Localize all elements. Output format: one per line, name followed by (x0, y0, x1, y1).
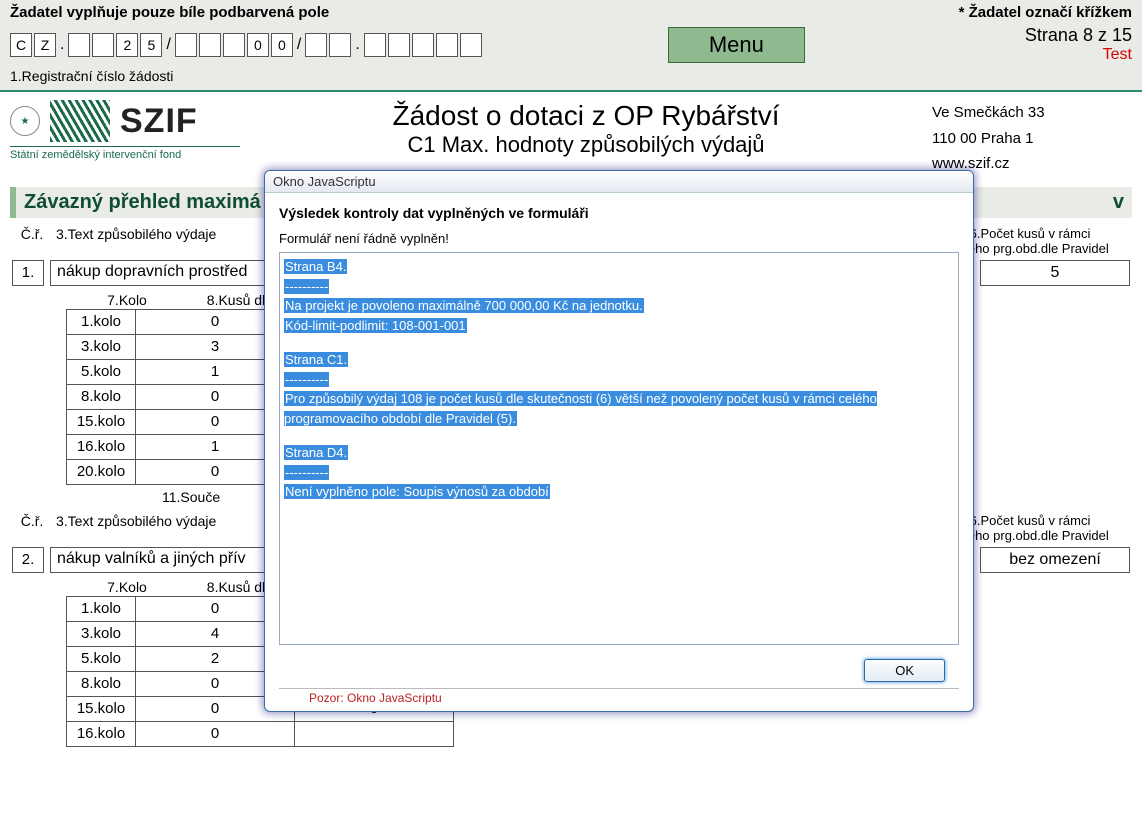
kolo-cell: 5.kolo (66, 646, 136, 672)
reg-cell[interactable] (329, 33, 351, 57)
kolo-cell: 15.kolo (66, 409, 136, 435)
reg-cell[interactable]: C (10, 33, 32, 57)
kolo-cell: 20.kolo (66, 459, 136, 485)
reg-cell[interactable] (223, 33, 245, 57)
kolo-cell: 1.kolo (66, 596, 136, 622)
header: ★ SZIF Státní zemědělský intervenční fon… (0, 92, 1142, 181)
dialog-title: Okno JavaScriptu (265, 171, 973, 193)
kusu-cell-2 (294, 721, 454, 747)
col-kolo: 7.Kolo (72, 292, 182, 308)
dialog-line: ---------- (284, 370, 954, 390)
logo: ★ SZIF Státní zemědělský intervenční fon… (10, 100, 240, 177)
dialog-subheader: Formulář není řádně vyplněn! (279, 231, 959, 246)
dialog-line: Strana B4. (284, 257, 954, 277)
dialog-line (284, 335, 954, 350)
menu-button[interactable]: Menu (668, 27, 805, 63)
item-number: 1. (12, 260, 44, 286)
dialog-line: Pro způsobilý výdaj 108 je počet kusů dl… (284, 389, 954, 428)
logo-graphic-icon (50, 100, 110, 142)
kolo-cell: 16.kolo (66, 434, 136, 460)
col-crr: Č.ř. (12, 513, 52, 543)
page-label: Strana 8 z 15 (1025, 25, 1132, 46)
dialog-line: Strana D4. (284, 443, 954, 463)
addr-line: Ve Smečkách 33 (932, 100, 1132, 126)
reg-cell[interactable] (92, 33, 114, 57)
reg-cell[interactable] (436, 33, 458, 57)
dialog-line: Na projekt je povoleno maximálně 700 000… (284, 296, 954, 316)
item-limit: bez omezení (980, 547, 1130, 573)
reg-cell[interactable] (460, 33, 482, 57)
dialog-line: Strana C1. (284, 350, 954, 370)
col-kolo: 7.Kolo (72, 579, 182, 595)
reg-cell[interactable]: 0 (247, 33, 269, 57)
reg-cell[interactable]: 2 (116, 33, 138, 57)
dialog-line: ---------- (284, 463, 954, 483)
reg-cell[interactable] (364, 33, 386, 57)
item-number: 2. (12, 547, 44, 573)
reg-cell[interactable]: Z (34, 33, 56, 57)
dialog-textarea[interactable]: Strana B4.----------Na projekt je povole… (279, 252, 959, 645)
note-right: * Žadatel označí křížkem (959, 4, 1132, 21)
kolo-cell: 15.kolo (66, 696, 136, 722)
kolo-cell: 3.kolo (66, 334, 136, 360)
reg-separator: / (164, 36, 172, 54)
js-dialog: Okno JavaScriptu Výsledek kontroly dat v… (264, 170, 974, 712)
ok-button[interactable]: OK (864, 659, 945, 682)
dialog-line: Kód-limit-podlimit: 108-001-001 (284, 316, 954, 336)
page-info: Strana 8 z 15 Test (1025, 25, 1132, 64)
test-label: Test (1025, 46, 1132, 64)
title-2: C1 Max. hodnoty způsobilých výdajů (240, 132, 932, 158)
dialog-line (284, 428, 954, 443)
reg-separator: . (353, 36, 361, 54)
kolo-cell: 5.kolo (66, 359, 136, 385)
reg-cell[interactable] (68, 33, 90, 57)
title-1: Žádost o dotaci z OP Rybářství (240, 100, 932, 132)
reg-cell[interactable]: 5 (140, 33, 162, 57)
dialog-line: ---------- (284, 277, 954, 297)
reg-cell[interactable] (388, 33, 410, 57)
logo-text: SZIF (120, 102, 198, 141)
reg-cell[interactable] (305, 33, 327, 57)
address-block: Ve Smečkách 33 110 00 Praha 1 www.szif.c… (932, 100, 1132, 177)
note-left: Žadatel vyplňuje pouze bíle podbarvená p… (10, 4, 329, 21)
reg-number-boxes: CZ.25/00/. (10, 33, 482, 57)
reg-caption: 1.Registrační číslo žádosti (10, 68, 1132, 84)
kolo-cell: 1.kolo (66, 309, 136, 335)
kolo-cell: 3.kolo (66, 621, 136, 647)
kusu-cell: 0 (135, 721, 295, 747)
logo-subtitle: Státní zemědělský intervenční fond (10, 146, 240, 161)
topbar: Žadatel vyplňuje pouze bíle podbarvená p… (0, 0, 1142, 92)
item-limit: 5 (980, 260, 1130, 286)
reg-cell[interactable]: 0 (271, 33, 293, 57)
eu-stars-icon: ★ (10, 106, 40, 136)
dialog-footer: Pozor: Okno JavaScriptu (279, 688, 959, 707)
kolo-cell: 8.kolo (66, 671, 136, 697)
addr-line: 110 00 Praha 1 (932, 126, 1132, 152)
reg-cell[interactable] (175, 33, 197, 57)
dialog-line: Není vyplněno pole: Soupis výnosů za obd… (284, 482, 954, 502)
kolo-cell: 8.kolo (66, 384, 136, 410)
reg-cell[interactable] (412, 33, 434, 57)
reg-separator: / (295, 36, 303, 54)
kolo-cell: 16.kolo (66, 721, 136, 747)
reg-cell[interactable] (199, 33, 221, 57)
reg-separator: . (58, 36, 66, 54)
dialog-header: Výsledek kontroly dat vyplněných ve form… (279, 205, 959, 221)
title-block: Žádost o dotaci z OP Rybářství C1 Max. h… (240, 100, 932, 177)
col-crr: Č.ř. (12, 226, 52, 256)
